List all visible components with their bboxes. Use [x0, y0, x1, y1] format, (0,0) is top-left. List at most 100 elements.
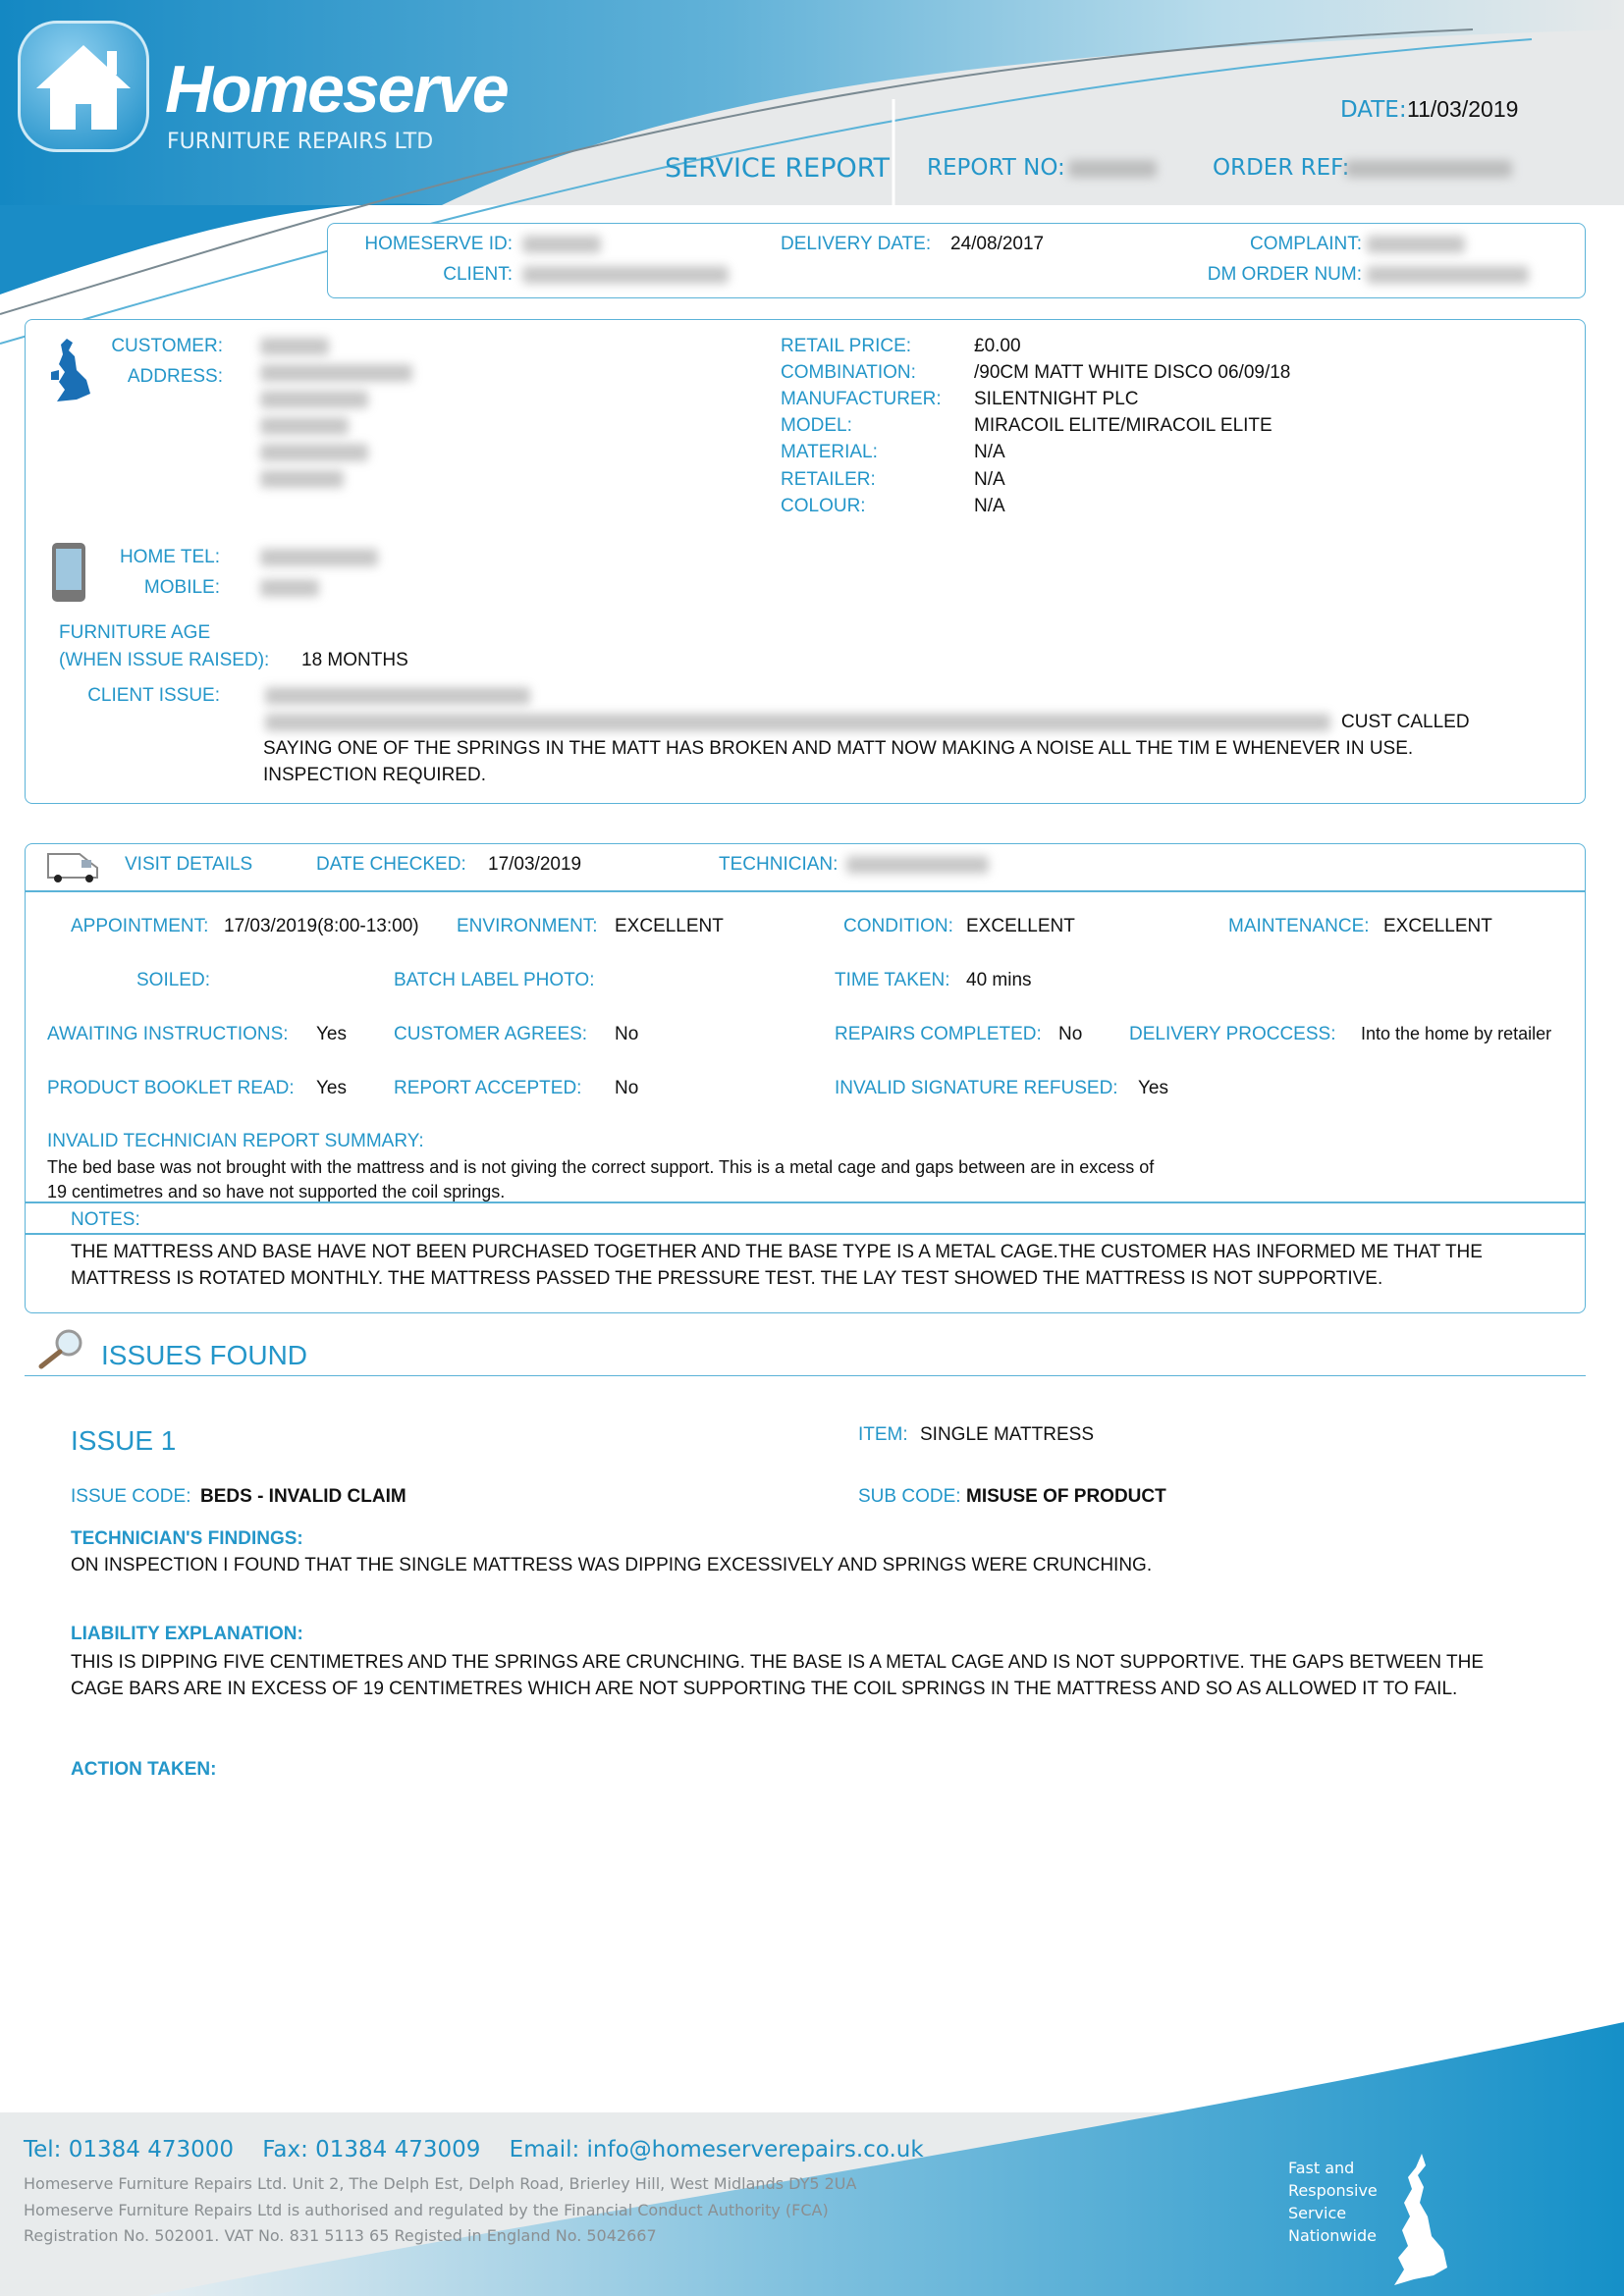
report-summary-text: The bed base was not brought with the ma… [47, 1157, 1155, 1177]
maintenance: EXCELLENT [1383, 916, 1492, 936]
report-accepted-label: REPORT ACCEPTED: [394, 1078, 582, 1098]
manufacturer-label: MANUFACTURER: [781, 389, 942, 409]
client-issue-text: INSPECTION REQUIRED. [263, 765, 486, 785]
customer-agrees: No [615, 1024, 639, 1044]
tagline-line: Service [1288, 2204, 1347, 2222]
footer-address: Homeserve Furniture Repairs Ltd. Unit 2,… [24, 2174, 857, 2193]
delivery-process: Into the home by retailer [1361, 1024, 1552, 1043]
address-redacted [260, 470, 344, 488]
client-issue-text: SAYING ONE OF THE SPRINGS IN THE MATT HA… [263, 738, 1414, 759]
home-tel-redacted [260, 549, 378, 566]
client-issue-label: CLIENT ISSUE: [87, 685, 220, 706]
report-accepted: No [615, 1078, 639, 1098]
address-redacted [260, 391, 368, 408]
report-summary-label: INVALID TECHNICIAN REPORT SUMMARY: [47, 1131, 424, 1151]
tagline-line: Nationwide [1288, 2226, 1377, 2245]
delivery-date: 24/08/2017 [950, 234, 1045, 254]
appointment-label: APPOINTMENT: [71, 916, 209, 936]
address-label: ADDRESS: [127, 366, 223, 387]
colour-label: COLOUR: [781, 496, 866, 516]
customer-label: CUSTOMER: [111, 336, 223, 356]
product-booklet-label: PRODUCT BOOKLET READ: [47, 1078, 295, 1098]
issue-code: BEDS - INVALID CLAIM [200, 1486, 406, 1507]
invalid-signature: Yes [1138, 1078, 1168, 1098]
dm-order-redacted [1367, 266, 1529, 284]
home-tel-label: HOME TEL: [119, 547, 220, 567]
page-title: SERVICE REPORT [665, 153, 891, 184]
awaiting-instructions: Yes [316, 1024, 347, 1044]
findings-text: ON INSPECTION I FOUND THAT THE SINGLE MA… [71, 1555, 1153, 1575]
footer-registration: Registration No. 502001. VAT No. 831 511… [24, 2226, 657, 2245]
combination: /90CM MATT WHITE DISCO 06/09/18 [974, 362, 1291, 383]
divider [26, 1233, 1585, 1235]
batch-label-photo-label: BATCH LABEL PHOTO: [394, 970, 595, 990]
date-checked: 17/03/2019 [488, 854, 582, 875]
complaint-redacted [1367, 236, 1465, 253]
issue-code-label: ISSUE CODE: [71, 1486, 191, 1507]
retail-price-label: RETAIL PRICE: [781, 336, 912, 356]
issue-title: ISSUE 1 [71, 1425, 177, 1456]
environment-label: ENVIRONMENT: [457, 916, 598, 936]
report-no-redacted [1068, 160, 1157, 178]
divider [25, 1375, 1586, 1376]
repairs-completed-label: REPAIRS COMPLETED: [835, 1024, 1042, 1044]
divider [26, 890, 1585, 892]
brand-name: Homeserve [165, 52, 510, 127]
homeserve-id-redacted [522, 236, 601, 253]
condition: EXCELLENT [966, 916, 1075, 936]
maintenance-label: MAINTENANCE: [1228, 916, 1370, 936]
delivery-process-label: DELIVERY PROCCESS: [1129, 1024, 1336, 1044]
sub-code: MISUSE OF PRODUCT [966, 1486, 1166, 1507]
homeserve-id-label: HOMESERVE ID: [364, 234, 513, 254]
divider [26, 1201, 1585, 1203]
liability-label: LIABILITY EXPLANATION: [71, 1624, 303, 1644]
technician-label: TECHNICIAN: [719, 854, 839, 875]
item: SINGLE MATTRESS [920, 1424, 1095, 1445]
mobile-redacted [260, 579, 319, 597]
material-label: MATERIAL: [781, 442, 878, 462]
repairs-completed: No [1058, 1024, 1083, 1044]
environment: EXCELLENT [615, 916, 724, 936]
combination-label: COMBINATION: [781, 362, 916, 383]
brand-subtitle: FURNITURE REPAIRS LTD [167, 130, 434, 154]
manufacturer: SILENTNIGHT PLC [974, 389, 1139, 409]
retailer-label: RETAILER: [781, 469, 876, 490]
dm-order-label: DM ORDER NUM: [1207, 264, 1362, 285]
report-summary-text: 19 centimetres and so have not supported… [47, 1182, 506, 1201]
date-label: DATE: [1340, 97, 1407, 123]
retail-price: £0.00 [974, 336, 1021, 356]
condition-label: CONDITION: [843, 916, 953, 936]
report-date: 11/03/2019 [1407, 96, 1519, 122]
furniture-age-sublabel: (WHEN ISSUE RAISED): [59, 650, 270, 670]
invalid-signature-label: INVALID SIGNATURE REFUSED: [835, 1078, 1118, 1098]
model: MIRACOIL ELITE/MIRACOIL ELITE [974, 415, 1272, 436]
furniture-age-label: FURNITURE AGE [59, 622, 211, 643]
furniture-age: 18 MONTHS [301, 650, 408, 670]
retailer: N/A [974, 469, 1005, 490]
order-ref-redacted [1345, 160, 1512, 178]
client-issue-redacted [265, 687, 530, 705]
footer-regulation: Homeserve Furniture Repairs Ltd is autho… [24, 2201, 829, 2219]
footer-contact: Tel: 01384 473000 Fax: 01384 473009 Emai… [24, 2137, 924, 2163]
complaint-label: COMPLAINT: [1249, 234, 1362, 254]
time-taken-label: TIME TAKEN: [835, 970, 950, 990]
issues-found-title: ISSUES FOUND [101, 1340, 308, 1370]
delivery-date-label: DELIVERY DATE: [781, 234, 932, 254]
address-redacted [260, 364, 412, 382]
findings-label: TECHNICIAN'S FINDINGS: [71, 1528, 303, 1549]
product-booklet: Yes [316, 1078, 347, 1098]
time-taken: 40 mins [966, 970, 1032, 990]
order-ref-label: ORDER REF: [1213, 155, 1350, 181]
soiled-label: SOILED: [136, 970, 210, 990]
model-label: MODEL: [781, 415, 852, 436]
material: N/A [974, 442, 1005, 462]
van-icon [47, 853, 98, 882]
client-label: CLIENT: [443, 264, 513, 285]
customer-agrees-label: CUSTOMER AGREES: [394, 1024, 588, 1044]
footer-tagline: Fast and Responsive Service Nationwide [1288, 2157, 1378, 2247]
colour: N/A [974, 496, 1005, 516]
uk-map-icon [1394, 2154, 1447, 2285]
tagline-line: Responsive [1288, 2181, 1378, 2200]
report-no-label: REPORT NO: [927, 155, 1065, 181]
action-taken-label: ACTION TAKEN: [71, 1759, 217, 1780]
